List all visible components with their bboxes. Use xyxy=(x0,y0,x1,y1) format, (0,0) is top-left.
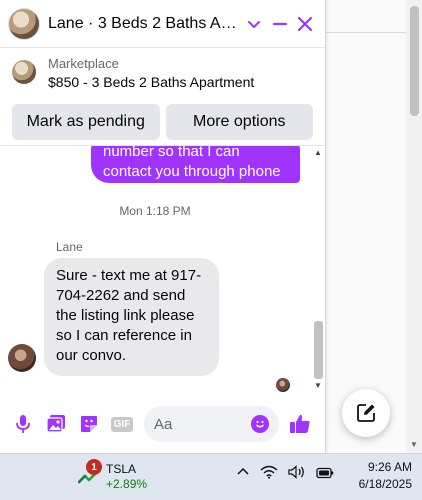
mark-as-pending-button[interactable]: Mark as pending xyxy=(12,104,160,140)
page-scrollbar[interactable]: ▼ xyxy=(406,0,422,453)
sticker-icon[interactable] xyxy=(74,409,104,439)
message-thread[interactable]: number so that I can contact you through… xyxy=(0,146,326,394)
thread-scrollbar-thumb[interactable] xyxy=(314,321,323,379)
scroll-down-icon[interactable]: ▼ xyxy=(314,381,322,390)
chevron-up-icon[interactable] xyxy=(236,465,250,484)
outgoing-message: number so that I can contact you through… xyxy=(91,146,300,183)
volume-icon[interactable] xyxy=(288,465,306,484)
seen-indicator-avatar xyxy=(276,378,290,392)
clock-date: 6/18/2025 xyxy=(358,477,412,491)
photo-icon[interactable] xyxy=(41,409,71,439)
sender-avatar[interactable] xyxy=(8,344,36,372)
microphone-icon[interactable] xyxy=(8,409,38,439)
page-scrollbar-thumb[interactable] xyxy=(410,6,419,116)
thumbs-up-icon[interactable] xyxy=(285,409,315,439)
clock-time: 9:26 AM xyxy=(367,460,412,474)
marketplace-banner: Marketplace $850 - 3 Beds 2 Baths Apartm… xyxy=(0,48,325,146)
clock[interactable]: 9:26 AM 6/18/2025 xyxy=(359,459,412,493)
emoji-icon[interactable] xyxy=(251,415,269,433)
chevron-down-icon[interactable] xyxy=(242,12,266,36)
page-scroll-down-icon[interactable]: ▼ xyxy=(410,440,418,449)
close-icon[interactable] xyxy=(293,12,317,36)
gif-label: GIF xyxy=(110,416,134,432)
message-composer: GIF Aa xyxy=(0,402,326,446)
new-message-button[interactable] xyxy=(342,389,390,437)
chat-header: Lane · 3 Beds 2 Baths Apar… xyxy=(0,0,325,48)
notification-badge: 1 xyxy=(86,459,102,475)
message-input[interactable]: Aa xyxy=(144,406,279,442)
more-options-button[interactable]: More options xyxy=(165,104,313,140)
listing-title[interactable]: $850 - 3 Beds 2 Baths Apartment xyxy=(48,72,254,92)
stock-change: +2.89% xyxy=(106,477,148,491)
chat-window: Lane · 3 Beds 2 Baths Apar… Marketplace … xyxy=(0,0,326,453)
marketplace-label: Marketplace xyxy=(48,56,119,71)
chat-title[interactable]: Lane · 3 Beds 2 Baths Apar… xyxy=(48,15,240,33)
gif-icon[interactable]: GIF xyxy=(107,409,137,439)
message-placeholder: Aa xyxy=(154,415,173,433)
stock-symbol: TSLA xyxy=(106,462,137,476)
wifi-icon[interactable] xyxy=(260,465,278,484)
message-timestamp: Mon 1:18 PM xyxy=(119,204,191,218)
battery-icon[interactable] xyxy=(316,466,334,484)
background-divider xyxy=(326,32,406,33)
sender-name: Lane xyxy=(56,240,83,254)
system-tray xyxy=(236,465,334,484)
thread-scrollbar[interactable]: ▲ ▼ xyxy=(312,146,324,394)
minimize-icon[interactable] xyxy=(268,12,292,36)
scroll-up-icon[interactable]: ▲ xyxy=(314,148,322,157)
listing-avatar[interactable] xyxy=(8,7,40,40)
listing-thumbnail[interactable] xyxy=(12,60,36,84)
compose-icon xyxy=(357,404,375,422)
incoming-message: Sure - text me at 917-704-2262 and send … xyxy=(44,258,219,376)
